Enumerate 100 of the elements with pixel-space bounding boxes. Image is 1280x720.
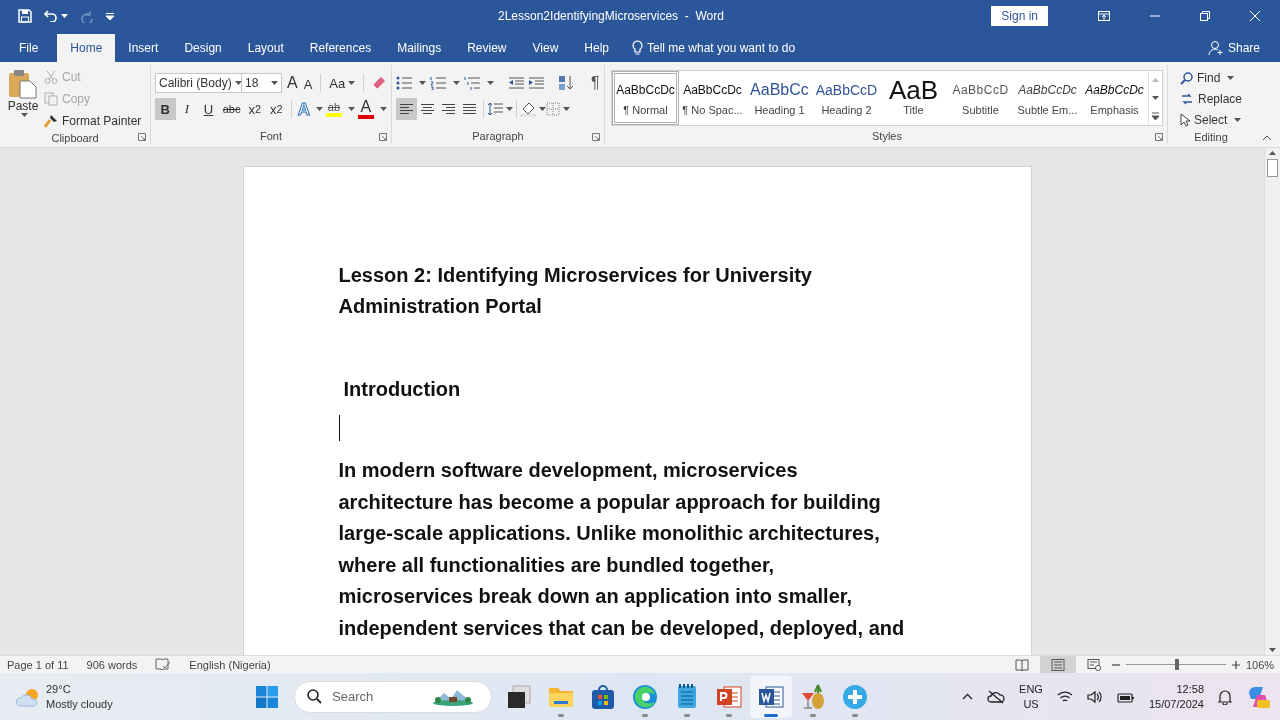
ribbon-tab[interactable]: File <box>0 34 58 62</box>
paste-button[interactable]: Paste <box>4 65 42 131</box>
save-icon[interactable] <box>18 9 32 23</box>
store-icon[interactable] <box>591 683 615 710</box>
cloud-off-icon[interactable] <box>987 689 1006 704</box>
caret-icon[interactable] <box>379 107 387 111</box>
edge-icon[interactable] <box>632 683 658 710</box>
replace-button[interactable]: Replace <box>1177 89 1244 109</box>
fruit-game-icon[interactable] <box>799 682 827 711</box>
weather-condition[interactable]: Mostly cloudy <box>46 696 113 712</box>
word-app-icon[interactable] <box>758 683 784 710</box>
tell-me-search[interactable]: Tell me what you want to do <box>647 41 796 55</box>
caret-icon[interactable] <box>315 107 323 111</box>
proofing-icon[interactable] <box>155 658 172 671</box>
print-view-button[interactable] <box>1040 656 1076 673</box>
caret-icon[interactable] <box>61 14 68 18</box>
copilot-icon[interactable] <box>1246 684 1270 709</box>
zoom-level[interactable]: 106% <box>1240 658 1280 671</box>
clock[interactable]: 12:58 15/07/2024 <box>1148 681 1204 712</box>
battery-icon[interactable] <box>1116 690 1135 703</box>
wifi-icon[interactable] <box>1056 690 1073 703</box>
vertical-scrollbar[interactable] <box>1264 148 1280 655</box>
ribbon-tab[interactable]: Help <box>571 34 622 62</box>
align-left-button[interactable] <box>395 98 417 120</box>
close-icon[interactable] <box>1250 11 1260 21</box>
font-shrink-button[interactable]: A <box>302 74 314 92</box>
caret-icon[interactable] <box>271 81 279 85</box>
change-case-button[interactable]: Aa <box>328 75 357 91</box>
decrease-indent-icon[interactable] <box>507 77 524 89</box>
line-spacing-icon[interactable] <box>486 102 503 116</box>
caret-icon[interactable] <box>347 107 355 111</box>
caret-icon[interactable] <box>418 81 426 85</box>
caret-icon[interactable] <box>486 81 494 85</box>
caret-icon[interactable] <box>1234 118 1242 122</box>
bell-icon[interactable] <box>1218 688 1232 705</box>
caret-icon[interactable] <box>21 113 28 117</box>
caret-icon[interactable] <box>562 107 570 111</box>
share-button[interactable]: Share <box>1201 34 1266 62</box>
highlight-color-button[interactable]: ab <box>323 101 344 117</box>
task-view-icon[interactable] <box>506 683 532 710</box>
input-language[interactable]: ENG US <box>1019 681 1043 712</box>
dialog-launcher-icon[interactable] <box>378 133 387 141</box>
strike-button[interactable]: abc <box>219 98 244 120</box>
dialog-launcher-icon[interactable] <box>1154 133 1163 141</box>
temperature[interactable]: 29°C <box>46 681 113 697</box>
ribbon-tab[interactable]: Home <box>57 34 116 62</box>
shading-bucket-icon[interactable] <box>519 101 536 117</box>
ribbon-display-icon[interactable] <box>1098 11 1110 21</box>
ribbon-tab[interactable]: Insert <box>115 34 172 62</box>
ribbon-tab[interactable]: Mailings <box>384 34 455 62</box>
scroll-up-icon[interactable] <box>1269 151 1276 155</box>
scroll-down-icon[interactable] <box>1269 648 1276 652</box>
font-grow-button[interactable]: A <box>286 74 299 92</box>
bullets-icon[interactable] <box>395 76 412 90</box>
ribbon-tab[interactable]: References <box>296 34 385 62</box>
undo-icon[interactable] <box>44 10 58 22</box>
caret-icon[interactable] <box>538 107 546 111</box>
plus-app-icon[interactable] <box>842 683 868 710</box>
dialog-launcher-icon[interactable] <box>137 133 146 141</box>
show-hidden-icon[interactable] <box>962 693 974 700</box>
dialog-launcher-icon[interactable] <box>591 133 600 141</box>
underline-button[interactable]: U <box>198 98 219 120</box>
ribbon-tab[interactable]: Design <box>171 34 235 62</box>
select-button[interactable]: Select <box>1177 110 1244 130</box>
show-formatting-button[interactable]: ¶ <box>587 74 603 92</box>
zoom-in-icon[interactable] <box>1232 660 1240 669</box>
caret-icon[interactable] <box>234 81 242 85</box>
notepad-icon[interactable] <box>676 683 698 710</box>
format-painter-button[interactable]: Format Painter <box>42 111 144 131</box>
style-option[interactable]: AaBbCcDc ¶ Normal <box>611 71 679 125</box>
multilevel-list-icon[interactable] <box>463 76 480 90</box>
font-color-button[interactable]: A <box>355 99 376 119</box>
find-button[interactable]: Find <box>1177 68 1244 88</box>
presentation-app-icon[interactable] <box>716 683 742 710</box>
caret-icon[interactable] <box>505 107 513 111</box>
taskbar-app-button[interactable] <box>750 675 792 718</box>
customize-icon[interactable] <box>106 12 114 20</box>
bold-button[interactable]: B <box>154 98 176 120</box>
sort-icon[interactable] <box>557 75 574 91</box>
word-count[interactable]: 906 words <box>86 658 138 671</box>
collapse-ribbon-icon[interactable] <box>1262 135 1272 141</box>
sign-in-button[interactable]: Sign in <box>991 6 1048 26</box>
search-field[interactable]: Search <box>294 680 492 713</box>
italic-button[interactable]: I <box>176 98 198 120</box>
page-count[interactable]: Page 1 of 11 <box>7 658 69 671</box>
ribbon-tab[interactable]: View <box>519 34 572 62</box>
ribbon-tab[interactable]: Layout <box>234 34 297 62</box>
restore-icon[interactable] <box>1200 11 1210 21</box>
caret-icon[interactable] <box>348 81 356 85</box>
clear-formatting-icon[interactable] <box>371 75 387 91</box>
caret-icon[interactable] <box>452 81 460 85</box>
font-size-field[interactable]: 18 <box>240 73 283 93</box>
increase-indent-icon[interactable] <box>527 77 544 89</box>
scroll-thumb[interactable] <box>1267 159 1278 177</box>
ribbon-tab[interactable]: Review <box>454 34 520 62</box>
search-input[interactable]: Search <box>330 688 424 705</box>
font-name-field[interactable]: Calibri (Body) <box>154 73 242 93</box>
caret-icon[interactable] <box>1227 76 1235 80</box>
speaker-icon[interactable] <box>1086 689 1103 704</box>
language-indicator[interactable]: English (Nigeria) <box>189 658 271 671</box>
